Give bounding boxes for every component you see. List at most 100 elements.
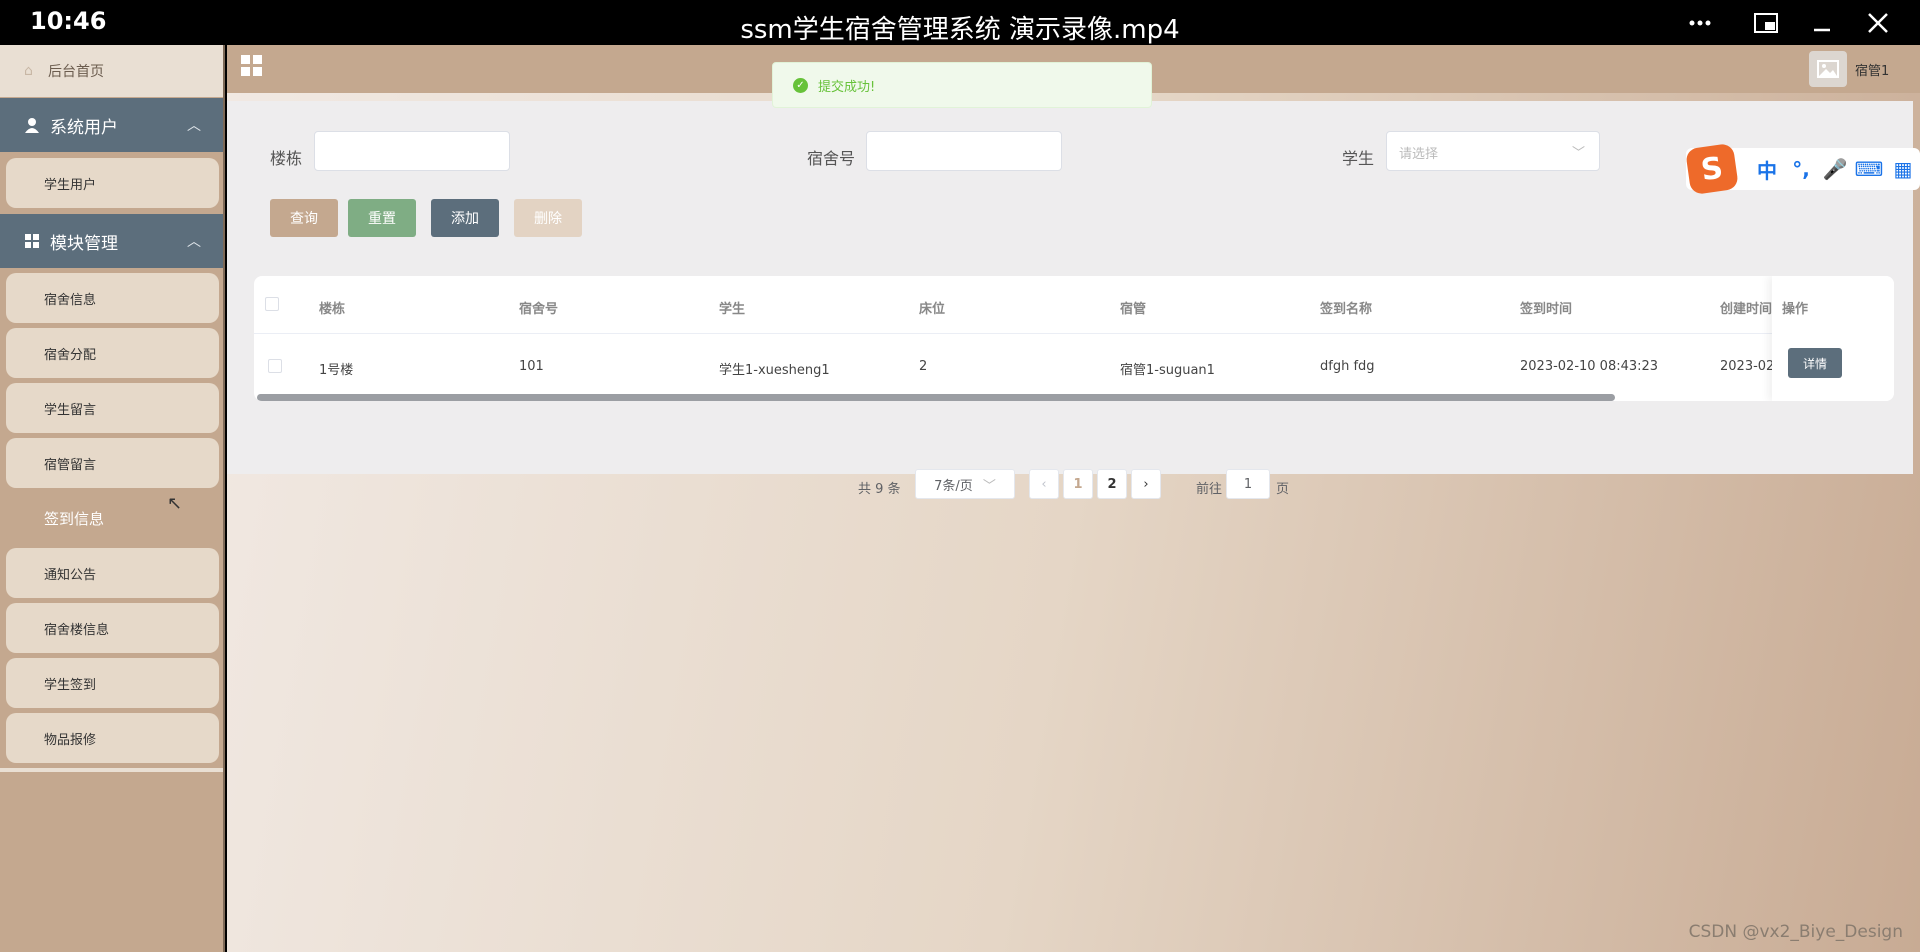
sidebar-item-building-info[interactable]: 宿舍楼信息 xyxy=(6,603,219,653)
keyboard-icon[interactable]: ⌨ xyxy=(1852,157,1886,181)
pip-icon[interactable] xyxy=(1746,6,1786,40)
operation-column: 操作 详情 xyxy=(1772,276,1894,401)
page-button-2[interactable]: 2 xyxy=(1097,469,1127,499)
success-toast: ✓ 提交成功! xyxy=(772,62,1152,108)
detail-button[interactable]: 详情 xyxy=(1788,348,1842,378)
page-button-1[interactable]: 1 xyxy=(1063,469,1093,499)
column-header[interactable]: 宿舍号 xyxy=(519,298,558,317)
goto-page-input[interactable]: 1 xyxy=(1226,469,1270,499)
cell-checkin-time: 2023-02-10 08:43:23 xyxy=(1520,359,1659,374)
select-placeholder: 请选择 xyxy=(1399,147,1439,162)
sogou-logo-icon[interactable]: S xyxy=(1685,142,1739,196)
room-input[interactable] xyxy=(866,131,1062,171)
next-page-button[interactable]: › xyxy=(1131,469,1161,499)
sidebar-item-label: 物品报修 xyxy=(44,732,97,748)
column-header[interactable]: 床位 xyxy=(919,298,945,317)
pagination-total: 共 9 条 xyxy=(858,482,901,497)
sidebar-item-label: 宿舍楼信息 xyxy=(44,622,110,638)
more-icon[interactable] xyxy=(1680,6,1720,40)
sidebar-item-student-users[interactable]: 学生用户 xyxy=(6,158,219,208)
cell-manager: 宿管1-suguan1 xyxy=(1120,363,1215,378)
student-select[interactable]: 请选择 ﹀ xyxy=(1386,131,1600,171)
data-table: 楼栋 宿舍号 学生 床位 宿管 签到名称 签到时间 创建时间 1号楼 101 学… xyxy=(254,276,1894,401)
column-header[interactable]: 学生 xyxy=(719,298,745,317)
chevron-left-icon: ‹ xyxy=(1041,476,1047,492)
chevron-down-icon: ﹀ xyxy=(1571,146,1585,161)
apps-icon[interactable]: ▦ xyxy=(1886,157,1920,181)
chevron-up-icon: ︿ xyxy=(187,118,201,134)
sidebar-item-manager-messages[interactable]: 宿管留言 xyxy=(6,438,219,488)
video-title: ssm学生宿舍管理系统 演示录像.mp4 xyxy=(740,15,1180,45)
content-panel: 楼栋 宿舍号 学生 请选择 ﹀ 查询 重置 添加 删除 楼栋 宿舍号 学生 床位… xyxy=(227,101,1913,499)
cell-student: 学生1-xuesheng1 xyxy=(719,363,830,378)
add-button[interactable]: 添加 xyxy=(431,199,499,237)
sidebar-item-label: 学生签到 xyxy=(44,677,97,693)
close-icon[interactable] xyxy=(1858,6,1898,40)
goto-prefix: 前往 xyxy=(1196,482,1223,497)
sidebar-item-checkin-info[interactable]: 签到信息 xyxy=(6,493,219,543)
sidebar-item-dorm-info[interactable]: 宿舍信息 xyxy=(6,273,219,323)
building-input[interactable] xyxy=(314,131,510,171)
building-label: 楼栋 xyxy=(270,149,303,168)
sidebar-group-label: 系统用户 xyxy=(50,117,118,138)
horizontal-scrollbar[interactable] xyxy=(257,394,1615,401)
room-label: 宿舍号 xyxy=(807,149,856,168)
sidebar-item-student-messages[interactable]: 学生留言 xyxy=(6,383,219,433)
menu-grid-icon[interactable] xyxy=(241,55,263,77)
column-header[interactable]: 创建时间 xyxy=(1720,298,1772,317)
sidebar-group-label: 模块管理 xyxy=(50,233,118,254)
minimize-icon[interactable] xyxy=(1802,6,1842,40)
chevron-right-icon: › xyxy=(1143,476,1149,492)
sidebar-item-label: 宿舍信息 xyxy=(44,292,97,308)
cell-created-time: 2023-02- xyxy=(1720,359,1780,374)
query-button[interactable]: 查询 xyxy=(270,199,338,237)
column-header: 操作 xyxy=(1782,302,1809,317)
page-size-value: 7条/页 xyxy=(934,478,973,494)
sidebar-item-label: 后台首页 xyxy=(48,64,104,80)
sidebar-item-home[interactable]: ⌂ 后台首页 xyxy=(0,45,223,97)
image-icon xyxy=(1817,60,1839,78)
sidebar-item-label: 学生用户 xyxy=(44,177,97,193)
goto-suffix: 页 xyxy=(1276,482,1290,497)
sidebar-item-label: 学生留言 xyxy=(44,402,97,418)
chevron-down-icon: ﹀ xyxy=(982,478,996,494)
sidebar-group-modules[interactable]: 模块管理 ︿ xyxy=(0,214,223,268)
sidebar-item-notices[interactable]: 通知公告 xyxy=(6,548,219,598)
sidebar-item-label: 通知公告 xyxy=(44,567,97,583)
column-header[interactable]: 签到名称 xyxy=(1320,298,1372,317)
delete-button[interactable]: 删除 xyxy=(514,199,582,237)
column-header[interactable]: 楼栋 xyxy=(319,298,345,317)
watermark: CSDN @vx2_Biye_Design xyxy=(1688,922,1903,942)
toast-message: 提交成功! xyxy=(818,79,876,95)
chevron-up-icon: ︿ xyxy=(187,234,201,250)
reset-button[interactable]: 重置 xyxy=(348,199,416,237)
check-circle-icon: ✓ xyxy=(793,77,808,93)
student-label: 学生 xyxy=(1342,149,1375,168)
sidebar: ⌂ 后台首页 系统用户 ︿ 学生用户 模块管理 ︿ 宿舍信息 宿舍分配 学生留言… xyxy=(0,45,225,952)
player-title-bar: 10:46 ssm学生宿舍管理系统 演示录像.mp4 xyxy=(0,0,1920,45)
home-icon: ⌂ xyxy=(24,63,33,79)
avatar[interactable] xyxy=(1809,51,1847,87)
ime-chinese-mode[interactable]: 中 xyxy=(1750,155,1784,184)
main-content: 宿舍管理系统 宿管1 楼栋 宿舍号 学生 请选择 ﹀ 查询 重置 添加 删除 楼… xyxy=(227,45,1920,952)
sidebar-divider xyxy=(0,768,223,772)
select-all-checkbox[interactable] xyxy=(265,297,279,311)
ime-punctuation[interactable]: °, xyxy=(1784,157,1818,181)
microphone-icon[interactable]: 🎤 xyxy=(1818,157,1852,181)
sidebar-item-dorm-allocation[interactable]: 宿舍分配 xyxy=(6,328,219,378)
sidebar-item-label: 签到信息 xyxy=(44,509,105,528)
sidebar-item-label: 宿舍分配 xyxy=(44,347,97,363)
prev-page-button[interactable]: ‹ xyxy=(1029,469,1059,499)
sidebar-item-label: 宿管留言 xyxy=(44,457,97,473)
page-size-select[interactable]: 7条/页 ﹀ xyxy=(915,469,1015,499)
column-header[interactable]: 签到时间 xyxy=(1520,298,1572,317)
cell-room: 101 xyxy=(519,359,544,374)
sidebar-group-system-users[interactable]: 系统用户 ︿ xyxy=(0,98,223,152)
user-name[interactable]: 宿管1 xyxy=(1855,60,1889,79)
cell-checkin-name: dfgh fdg xyxy=(1320,359,1375,374)
column-header[interactable]: 宿管 xyxy=(1120,298,1146,317)
row-checkbox[interactable] xyxy=(268,359,282,373)
sidebar-item-student-checkin[interactable]: 学生签到 xyxy=(6,658,219,708)
user-icon xyxy=(25,118,39,133)
sidebar-item-repairs[interactable]: 物品报修 xyxy=(6,713,219,763)
